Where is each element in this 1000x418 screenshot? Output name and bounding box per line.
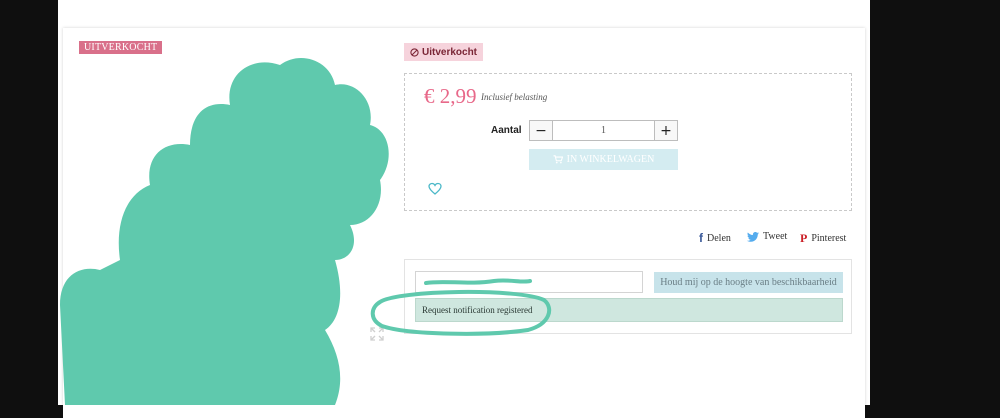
add-to-cart-button[interactable]: IN WINKELWAGEN (529, 149, 678, 170)
quantity-label: Aantal (491, 125, 522, 136)
highlight-circle-annotation (370, 289, 552, 336)
share-pinterest-label: Pinterest (811, 233, 847, 244)
twitter-icon (747, 231, 759, 242)
product-price: € 2,99 (424, 84, 477, 108)
share-twitter-link[interactable]: Tweet (747, 231, 787, 242)
quantity-input[interactable] (553, 121, 654, 140)
add-to-cart-label: IN WINKELWAGEN (566, 154, 655, 165)
redaction-scribble (60, 57, 389, 405)
blocked-icon (410, 47, 419, 57)
email-redaction-scribble (424, 278, 532, 285)
increase-quantity-button[interactable]: + (654, 121, 677, 140)
facebook-icon: f (699, 231, 703, 245)
availability-badge: Uitverkocht (404, 43, 484, 61)
share-pinterest-link[interactable]: P Pinterest (800, 231, 846, 246)
share-facebook-link[interactable]: f Delen (699, 231, 731, 245)
pinterest-icon: P (800, 231, 808, 245)
share-facebook-label: Delen (707, 232, 731, 244)
share-twitter-label: Tweet (763, 231, 788, 242)
cart-icon (553, 155, 563, 164)
availability-text: Uitverkocht (422, 46, 478, 58)
decrease-quantity-button[interactable]: − (530, 121, 553, 140)
tax-note: Inclusief belasting (481, 92, 548, 102)
quantity-stepper: − + (529, 120, 678, 141)
notify-me-button[interactable]: Houd mij op de hoogte van beschikbaarhei… (654, 272, 843, 293)
wishlist-heart-icon[interactable] (428, 182, 442, 196)
